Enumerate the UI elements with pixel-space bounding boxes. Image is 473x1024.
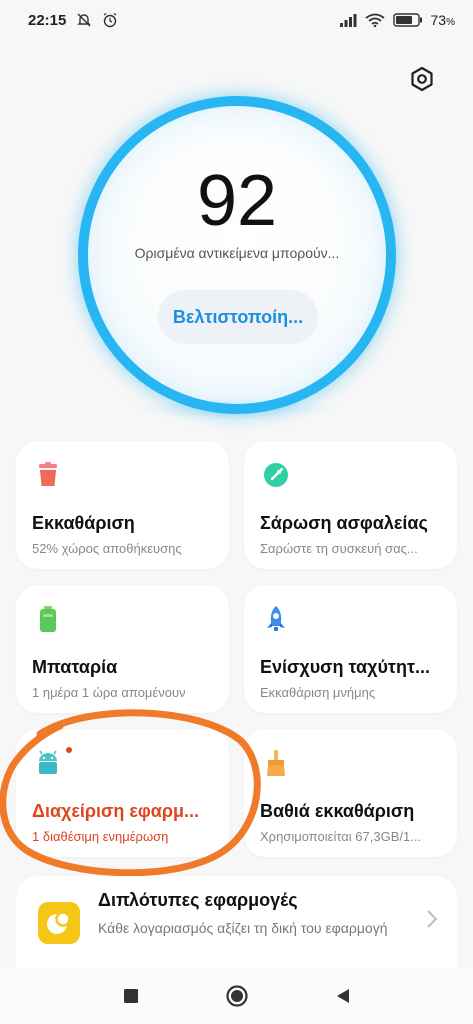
settings-hexagon-icon [411,66,433,92]
battery-icon [392,13,423,27]
app-manager-card[interactable]: Διαχείριση εφαρμ... 1 διαθέσιμη ενημέρωσ… [16,729,229,857]
wifi-icon [364,13,385,27]
status-time: 22:15 [28,11,67,29]
cleanup-subtitle: 52% χώρος αποθήκευσης [32,541,182,556]
dual-apps-icon [38,902,80,944]
cleanup-title: Εκκαθάριση [32,513,135,533]
app-manager-title: Διαχείριση εφαρμ... [32,801,199,821]
deep-clean-card[interactable]: Βαθιά εκκαθάριση Χρησιμοποιείται 67,3GB/… [244,729,457,857]
app-manager-subtitle: 1 διαθέσιμη ενημέρωση [32,829,169,844]
optimize-button[interactable]: Βελτιστοποίη... [158,290,318,344]
status-left: 22:15 [28,12,118,29]
security-scan-card[interactable]: Σάρωση ασφαλείας Σαρώστε τη συσκευή σας.… [244,441,457,569]
security-scan-title: Σάρωση ασφαλείας [260,513,428,533]
rocket-icon [262,605,290,633]
square-icon [123,989,138,1003]
battery-subtitle: 1 ημέρα 1 ώρα απομένουν [32,685,186,700]
navigation-bar [0,968,473,1024]
back-button[interactable] [328,981,358,1011]
back-triangle-icon [336,989,349,1003]
battery-card-icon [34,605,62,633]
home-button[interactable] [222,981,252,1011]
battery-title: Μπαταρία [32,657,118,677]
speed-boost-title: Ενίσχυση ταχύτητ... [260,657,430,677]
speed-boost-card[interactable]: Ενίσχυση ταχύτητ... Εκκαθάριση μνήμης [244,585,457,713]
battery-percent: 73% [430,12,455,28]
score-value: 92 [196,161,278,241]
signal-icon [339,13,357,27]
status-bar: 22:15 73% [0,0,473,40]
security-scan-subtitle: Σαρώστε τη συσκευή σας... [260,541,418,556]
android-icon [34,749,62,777]
recents-button[interactable] [116,981,146,1011]
mute-bell-icon [76,12,92,28]
chevron-right-icon [425,908,439,930]
status-right: 73% [339,12,455,28]
duplicate-apps-subtitle: Κάθε λογαριασμός αξίζει τη δική του εφαρ… [98,920,388,936]
security-score-panel: 92 Ορισμένα αντικείμενα μπορούν... Βελτι… [72,90,402,420]
notification-dot [66,747,72,753]
home-circle-icon [225,985,248,1007]
ring-shadow [130,398,340,420]
broom-icon [262,749,290,777]
battery-card[interactable]: Μπαταρία 1 ημέρα 1 ώρα απομένουν [16,585,229,713]
settings-button[interactable] [409,66,435,92]
deep-clean-subtitle: Χρησιμοποιείται 67,3GB/1... [260,829,422,844]
speed-boost-subtitle: Εκκαθάριση μνήμης [260,685,376,700]
alarm-icon [102,12,118,28]
score-description: Ορισμένα αντικείμενα μπορούν... [134,245,340,261]
duplicate-apps-title: Διπλότυπες εφαρμογές [98,890,298,910]
security-scan-icon [262,461,290,489]
deep-clean-title: Βαθιά εκκαθάριση [260,801,415,821]
trash-icon [34,461,62,489]
cleanup-card[interactable]: Εκκαθάριση 52% χώρος αποθήκευσης [16,441,229,569]
